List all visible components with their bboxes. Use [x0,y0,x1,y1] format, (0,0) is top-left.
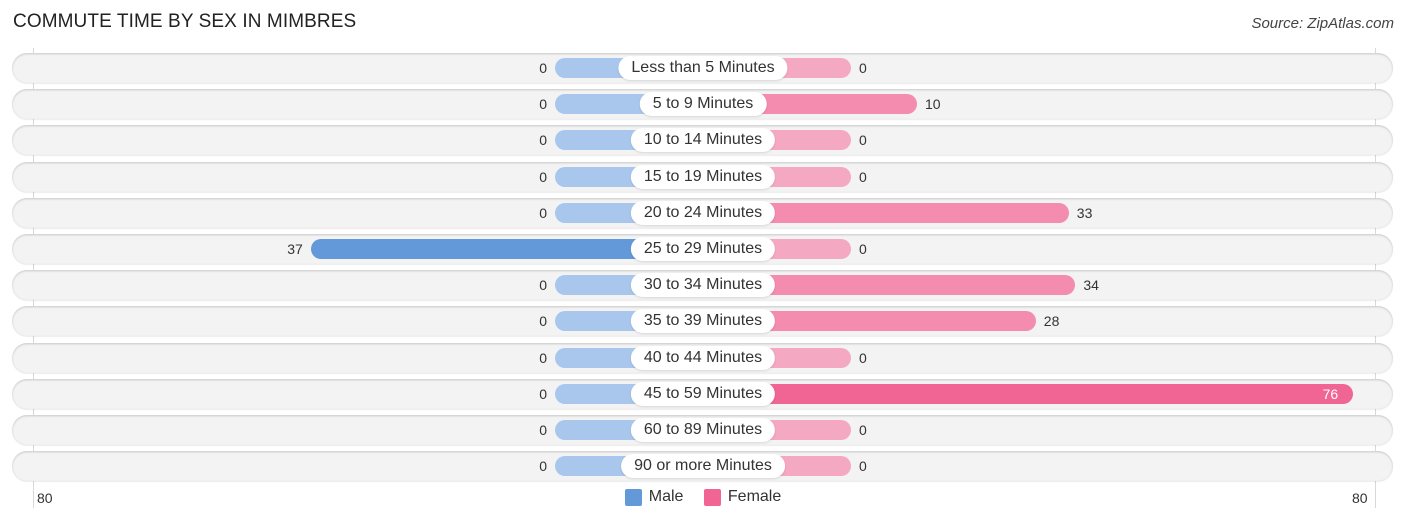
female-value-label: 0 [859,241,867,257]
category-label: 30 to 34 Minutes [630,273,776,297]
male-value-label: 0 [539,169,547,185]
male-value-label: 0 [539,458,547,474]
category-label: 10 to 14 Minutes [630,128,776,152]
female-value-label: 76 [1322,386,1339,402]
category-label: 60 to 89 Minutes [630,418,776,442]
source-label: Source: ZipAtlas.com [1251,15,1394,32]
legend-label-male: Male [648,488,684,505]
category-label: 45 to 59 Minutes [630,382,776,406]
legend-label-female: Female [727,488,782,505]
category-label: 5 to 9 Minutes [639,92,767,116]
female-value-label: 33 [1076,205,1093,221]
category-label: 90 or more Minutes [621,454,785,478]
female-value-label: 0 [859,422,867,438]
male-value-label: 0 [539,386,547,402]
female-value-label: 28 [1043,313,1060,329]
legend: Male Female [0,488,1406,511]
female-value-label: 0 [859,350,867,366]
female-value-label: 0 [859,458,867,474]
female-value-label: 10 [925,96,941,112]
male-value-label: 0 [539,277,547,293]
category-label: 35 to 39 Minutes [630,309,776,333]
male-value-label: 0 [539,422,547,438]
male-value-label: 37 [287,241,303,257]
male-swatch-icon [624,488,642,506]
male-value-label: 0 [539,60,547,76]
female-value-label: 0 [859,169,867,185]
male-value-label: 0 [539,96,547,112]
legend-item-female[interactable]: Female [703,488,782,506]
category-label: 15 to 19 Minutes [630,165,776,189]
female-value-label: 34 [1083,277,1099,293]
category-label: 25 to 29 Minutes [630,237,776,261]
male-value-label: 0 [539,350,547,366]
female-value-label: 0 [859,60,867,76]
female-bar[interactable] [703,384,1353,404]
chart-title: COMMUTE TIME BY SEX IN MIMBRES [13,11,357,32]
category-label: 40 to 44 Minutes [630,346,776,370]
category-label: 20 to 24 Minutes [630,201,776,225]
male-value-label: 0 [539,132,547,148]
female-swatch-icon [703,488,721,506]
male-value-label: 0 [539,313,547,329]
legend-item-male[interactable]: Male [624,488,684,506]
female-value-label: 0 [859,132,867,148]
male-value-label: 0 [539,205,547,221]
category-label: Less than 5 Minutes [618,56,788,80]
